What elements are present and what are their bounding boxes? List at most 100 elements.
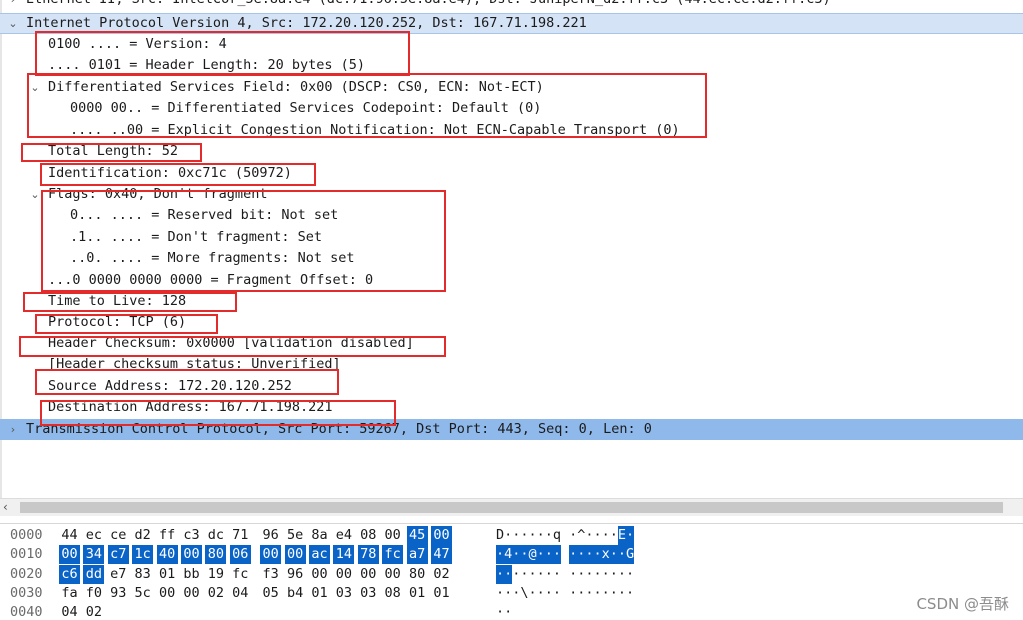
hex-byte[interactable]: dd xyxy=(83,564,105,584)
hex-byte[interactable]: 14 xyxy=(333,545,355,565)
hex-byte[interactable]: 96 xyxy=(285,565,306,584)
hex-byte[interactable]: 8a xyxy=(309,526,330,545)
hex-byte[interactable]: b4 xyxy=(285,584,306,603)
hex-byte[interactable]: 00 xyxy=(382,526,403,545)
hex-byte[interactable]: 83 xyxy=(132,565,153,584)
hex-byte[interactable]: 78 xyxy=(357,545,379,565)
tree-row-more-fragments[interactable]: ..0. .... = More fragments: Not set xyxy=(0,248,1023,269)
packet-bytes-pane[interactable]: 0000 44 ec ce d2 ff c3 dc 71 96 5e 8a e4 08 00 45 00 D···… xyxy=(0,524,1023,620)
horizontal-scrollbar[interactable]: ‹ xyxy=(0,498,1023,516)
hex-row[interactable]: 0010 00 34 c7 1c 40 00 80 06 00 00 ac 14 78 fc a7 47·4··… xyxy=(0,545,1023,565)
tree-row-ethernet[interactable]: › Ethernet II, Src: IntelCor_5e:8a:e4 (d… xyxy=(0,0,1023,10)
tree-row-dsfield[interactable]: ⌄ Differentiated Services Field: 0x00 (D… xyxy=(0,77,1023,98)
scrollbar-thumb[interactable] xyxy=(20,502,1003,513)
hex-byte[interactable]: 00 xyxy=(181,545,202,565)
hex-byte[interactable]: 03 xyxy=(358,584,379,603)
hex-byte[interactable]: 00 xyxy=(333,565,354,584)
hex-byte[interactable]: c3 xyxy=(181,526,202,545)
hex-byte[interactable]: 1c xyxy=(132,545,154,565)
hex-byte[interactable]: 45 xyxy=(406,526,428,545)
hex-byte[interactable]: 00 xyxy=(382,565,403,584)
hex-byte[interactable]: 01 xyxy=(431,584,452,603)
tree-row-checksum[interactable]: Header Checksum: 0x0000 [validation disa… xyxy=(0,333,1023,354)
tree-row-checksum-status[interactable]: [Header checksum status: Unverified] xyxy=(0,354,1023,375)
hex-byte[interactable]: 00 xyxy=(284,545,306,565)
hex-byte[interactable]: 00 xyxy=(157,584,178,603)
hex-byte[interactable]: f0 xyxy=(83,584,104,603)
hex-byte[interactable]: e4 xyxy=(333,526,354,545)
packet-details-pane[interactable]: › Ethernet II, Src: IntelCor_5e:8a:e4 (d… xyxy=(0,0,1023,498)
hex-byte[interactable]: 06 xyxy=(229,545,251,565)
hex-byte[interactable]: 80 xyxy=(205,545,227,565)
hex-byte[interactable]: 03 xyxy=(333,584,354,603)
hex-byte[interactable]: d2 xyxy=(132,526,153,545)
tree-row-destination-address[interactable]: Destination Address: 167.71.198.221 xyxy=(0,397,1023,418)
hex-byte[interactable]: f3 xyxy=(260,565,281,584)
hex-byte[interactable]: 96 xyxy=(260,526,281,545)
hex-byte[interactable]: bb xyxy=(181,565,202,584)
tree-row-flags[interactable]: ⌄ Flags: 0x40, Don't fragment xyxy=(0,184,1023,205)
hex-byte[interactable]: 02 xyxy=(205,584,226,603)
hex-byte[interactable]: 01 xyxy=(309,584,330,603)
hex-byte[interactable]: 19 xyxy=(205,565,226,584)
ascii-column[interactable]: ···\···· ········ xyxy=(496,584,634,603)
hex-byte[interactable]: 80 xyxy=(407,565,428,584)
hex-byte[interactable]: ec xyxy=(83,526,104,545)
hex-row[interactable]: 0030 fa f0 93 5c 00 00 02 04 05 b4 01 03 03 08 01 01 ···\… xyxy=(0,584,1023,603)
hex-byte[interactable]: 47 xyxy=(431,545,452,565)
ascii-column[interactable]: ·4··@··· ····x··G xyxy=(496,545,634,565)
chevron-down-icon[interactable]: ⌄ xyxy=(6,14,20,33)
tree-row-ipv4[interactable]: ⌄ Internet Protocol Version 4, Src: 172.… xyxy=(0,13,1023,34)
chevron-down-icon[interactable]: ⌄ xyxy=(28,77,42,98)
tree-row-version[interactable]: 0100 .... = Version: 4 xyxy=(0,34,1023,55)
hex-byte[interactable]: 00 xyxy=(260,545,282,565)
tree-row-dont-fragment[interactable]: .1.. .... = Don't fragment: Set xyxy=(0,227,1023,248)
hex-byte[interactable]: 5c xyxy=(132,584,153,603)
hex-byte[interactable]: 93 xyxy=(108,584,129,603)
hex-byte[interactable]: 00 xyxy=(181,584,202,603)
tree-row-source-address[interactable]: Source Address: 172.20.120.252 xyxy=(0,376,1023,397)
hex-byte[interactable]: ce xyxy=(108,526,129,545)
hex-byte[interactable]: 00 xyxy=(309,565,330,584)
hex-byte[interactable]: ac xyxy=(309,545,330,565)
hex-byte[interactable]: fc xyxy=(382,545,404,565)
hex-byte[interactable]: 44 xyxy=(59,526,80,545)
hex-byte[interactable]: 05 xyxy=(260,584,281,603)
ascii-column[interactable]: ·· xyxy=(496,603,512,620)
hex-byte[interactable]: 71 xyxy=(230,526,251,545)
hex-byte[interactable]: ff xyxy=(157,526,178,545)
hex-byte[interactable]: fa xyxy=(59,584,80,603)
tree-row-ecn[interactable]: .... ..00 = Explicit Congestion Notifica… xyxy=(0,120,1023,141)
tree-row-identification[interactable]: Identification: 0xc71c (50972) xyxy=(0,163,1023,184)
scroll-left-arrow-icon[interactable]: ‹ xyxy=(3,499,8,516)
hex-row[interactable]: 0040 04 02 ·· xyxy=(0,603,1023,620)
hex-byte[interactable]: 00 xyxy=(358,565,379,584)
hex-byte[interactable]: 04 xyxy=(230,584,251,603)
chevron-right-icon[interactable]: › xyxy=(6,419,20,440)
tree-row-header-length[interactable]: .... 0101 = Header Length: 20 bytes (5) xyxy=(0,55,1023,76)
ascii-column[interactable]: ········ ········ xyxy=(496,564,634,584)
tree-row-protocol[interactable]: Protocol: TCP (6) xyxy=(0,312,1023,333)
hex-byte[interactable]: 04 xyxy=(59,603,80,620)
tree-row-fragment-offset[interactable]: ...0 0000 0000 0000 = Fragment Offset: 0 xyxy=(0,270,1023,291)
hex-byte[interactable]: 34 xyxy=(83,545,105,565)
tree-row-reserved-bit[interactable]: 0... .... = Reserved bit: Not set xyxy=(0,205,1023,226)
hex-row[interactable]: 0020 c6 dd e7 83 01 bb 19 fc f3 96 00 00 00 00 80 02 ····… xyxy=(0,564,1023,584)
tree-row-dscp[interactable]: 0000 00.. = Differentiated Services Code… xyxy=(0,98,1023,119)
hex-byte[interactable]: 08 xyxy=(358,526,379,545)
hex-byte[interactable]: 01 xyxy=(157,565,178,584)
hex-byte[interactable]: e7 xyxy=(108,565,129,584)
hex-byte[interactable]: 01 xyxy=(407,584,428,603)
chevron-right-icon[interactable]: › xyxy=(6,0,20,10)
chevron-down-icon[interactable]: ⌄ xyxy=(28,184,42,205)
hex-byte[interactable]: dc xyxy=(205,526,226,545)
hex-byte[interactable]: 00 xyxy=(431,526,452,545)
tree-row-tcp[interactable]: › Transmission Control Protocol, Src Por… xyxy=(0,419,1023,440)
hex-byte[interactable]: 02 xyxy=(83,603,104,620)
hex-row[interactable]: 0000 44 ec ce d2 ff c3 dc 71 96 5e 8a e4 08 00 45 00 D···… xyxy=(0,526,1023,545)
hex-byte[interactable]: 02 xyxy=(431,565,452,584)
hex-byte[interactable]: 5e xyxy=(285,526,306,545)
hex-byte[interactable]: 08 xyxy=(382,584,403,603)
tree-row-ttl[interactable]: Time to Live: 128 xyxy=(0,291,1023,312)
hex-byte[interactable]: c6 xyxy=(59,564,80,584)
